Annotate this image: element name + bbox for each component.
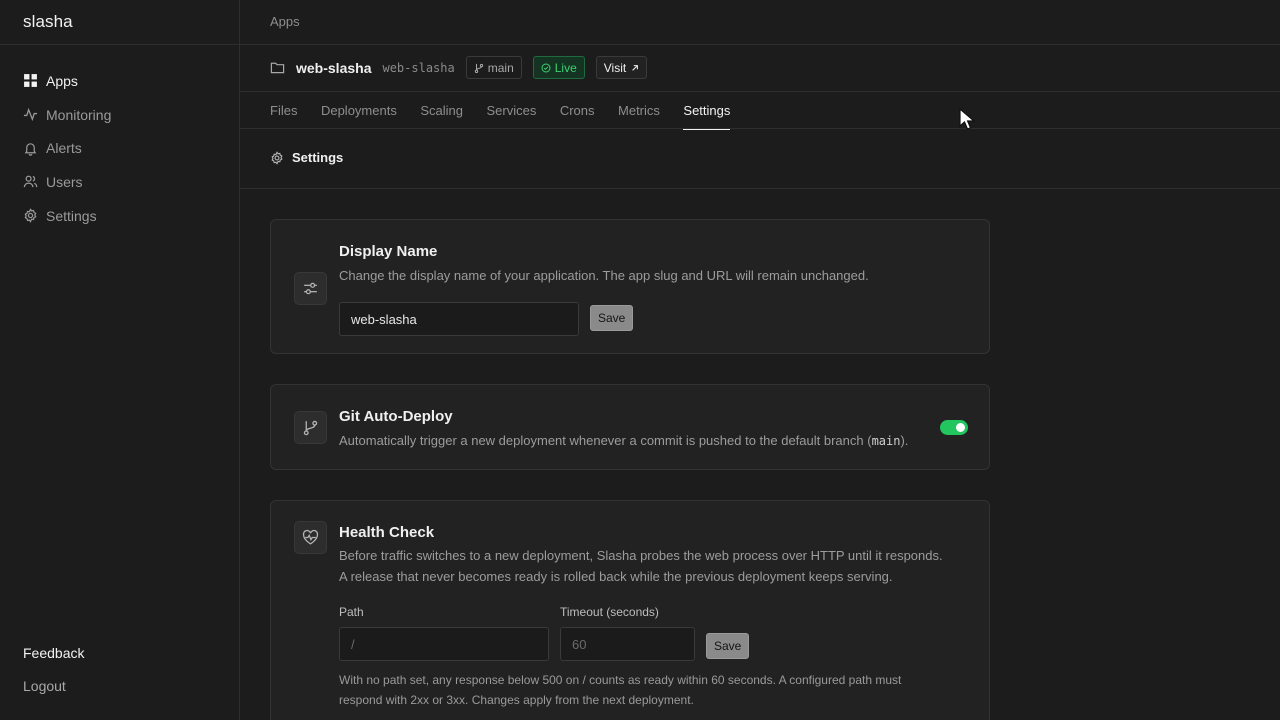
git-branch-icon [474,63,483,73]
display-name-card: Display Name Change the display name of … [270,219,990,354]
branch-code: main [871,434,901,448]
sidebar-item-label: Apps [46,72,78,89]
display-name-save-button[interactable]: Save [590,305,634,331]
health-check-note: respond with 2xx or 3xx. Changes apply f… [339,693,694,707]
health-check-card: Health Check Before traffic switches to … [270,500,990,720]
tab-services[interactable]: Services [486,92,536,129]
gear-icon [23,208,38,223]
activity-icon [23,107,38,122]
sidebar-item-monitoring[interactable]: Monitoring [0,98,240,132]
card-title: Health Check [339,524,435,541]
card-description: Change the display name of your applicat… [339,268,869,283]
app-slug: web-slasha [382,60,455,75]
bell-icon [23,141,38,156]
sidebar-item-label: Alerts [46,140,82,157]
timeout-input[interactable]: 60 [560,627,695,661]
health-check-save-button[interactable]: Save [706,633,750,659]
card-description: Automatically trigger a new deployment w… [339,430,908,452]
sidebar-item-label: Settings [46,207,97,224]
app-root: slasha Apps Monitoring Alerts Users Sett… [0,0,1280,720]
external-link-icon [632,64,639,71]
tab-files[interactable]: Files [270,92,297,129]
card-description: A release that never becomes ready is ro… [339,569,893,584]
logout-link[interactable]: Logout [23,669,84,702]
brand-logo[interactable]: slasha [23,12,73,32]
divider [240,188,1280,189]
path-label: Path [339,605,364,619]
tab-crons[interactable]: Crons [560,92,595,129]
section-title-label: Settings [292,150,344,165]
check-circle-icon [541,62,551,73]
sidebar-item-label: Users [46,173,83,190]
branch-label: main [487,60,514,75]
sliders-icon [294,272,327,305]
main-content: Apps web-slasha web-slasha main Live Vis… [240,0,1280,720]
section-title: Settings [270,150,343,165]
users-icon [23,174,38,189]
tab-settings[interactable]: Settings [683,92,730,130]
card-title: Git Auto-Deploy [339,408,453,425]
tab-metrics[interactable]: Metrics [618,92,660,129]
sidebar-nav: Apps Monitoring Alerts Users Settings [0,64,240,232]
heart-pulse-icon [294,521,327,554]
path-input[interactable]: / [339,627,549,661]
sidebar-item-apps[interactable]: Apps [0,64,240,98]
gear-icon [271,150,283,165]
divider [240,128,1280,129]
sidebar-item-alerts[interactable]: Alerts [0,131,240,165]
sidebar-item-users[interactable]: Users [0,165,240,199]
tab-bar: Files Deployments Scaling Services Crons… [270,92,754,130]
git-branch-icon [294,411,327,444]
git-auto-deploy-card: Git Auto-Deploy Automatically trigger a … [270,384,990,470]
branch-badge: main [465,56,522,79]
app-header: web-slasha web-slasha main Live Visit [270,55,658,80]
sidebar-item-label: Monitoring [46,106,112,123]
divider [0,44,240,45]
divider [240,44,1280,45]
status-badge: Live [532,56,585,79]
feedback-link[interactable]: Feedback [23,636,84,669]
folder-icon [270,62,285,74]
sidebar-item-settings[interactable]: Settings [0,199,240,233]
description-text: ). [900,433,909,448]
sidebar: slasha Apps Monitoring Alerts Users Sett… [0,0,240,720]
sidebar-footer: Feedback Logout [23,636,84,702]
breadcrumb[interactable]: Apps [270,14,300,29]
visit-button[interactable]: Visit [595,56,648,79]
visit-label: Visit [603,60,627,75]
status-label: Live [554,60,577,75]
description-text: Automatically trigger a new deployment w… [339,433,872,448]
auto-deploy-toggle[interactable] [940,420,968,435]
tab-deployments[interactable]: Deployments [321,92,397,129]
display-name-input[interactable]: web-slasha [339,302,579,336]
grid-icon [23,73,38,88]
card-title: Display Name [339,243,438,260]
card-description: Before traffic switches to a new deploym… [339,548,943,563]
health-check-note: With no path set, any response below 500… [339,673,902,687]
timeout-label: Timeout (seconds) [560,605,659,619]
app-name: web-slasha [296,59,372,76]
tab-scaling[interactable]: Scaling [420,92,463,129]
